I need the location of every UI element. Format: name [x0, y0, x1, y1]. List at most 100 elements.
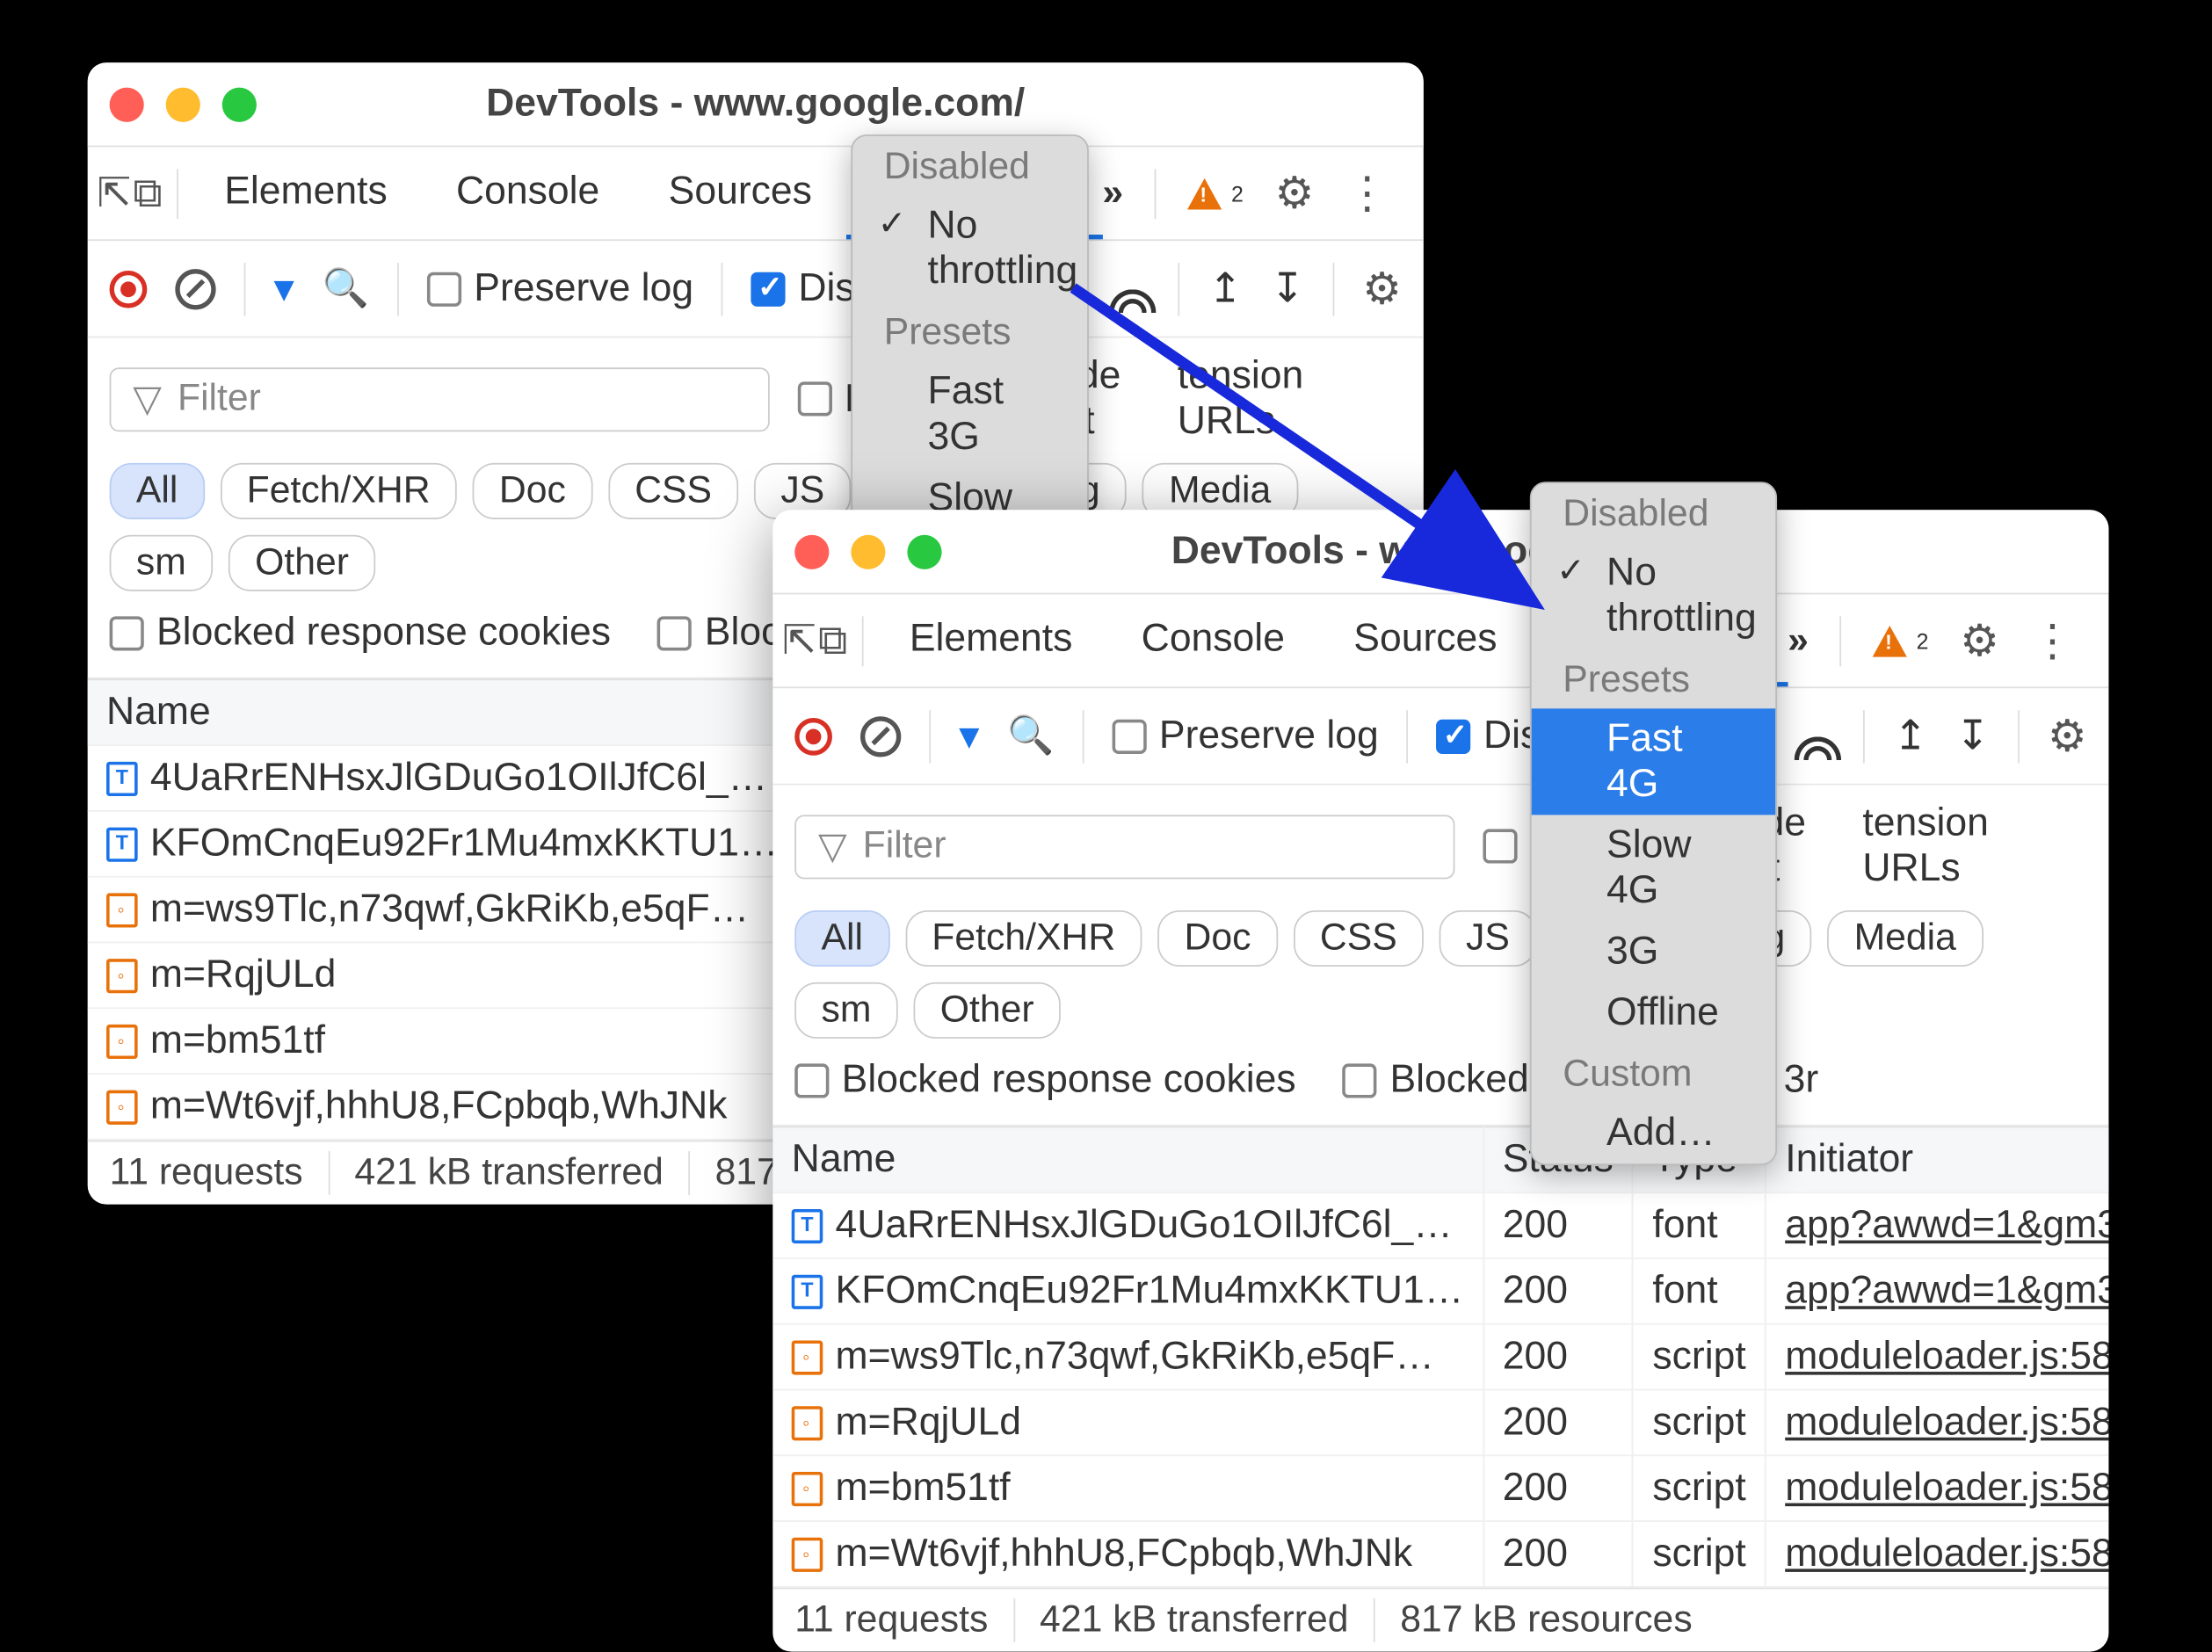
clear-button[interactable] — [860, 715, 901, 756]
status-transferred: 421 kB transferred — [330, 1151, 690, 1195]
blocked-cookies-checkbox[interactable]: Blocked response cookies — [110, 610, 611, 656]
throttling-menu-b[interactable]: Disabled No throttling Presets Fast 4G S… — [1530, 482, 1777, 1165]
col-name[interactable]: Name — [772, 1127, 1483, 1192]
table-row[interactable]: 4UaRrENHsxJlGDuGo1OIlJfC6l_…200fontapp?a… — [772, 1192, 2108, 1258]
settings-icon[interactable]: ⚙ — [1960, 615, 1999, 667]
upload-har-icon[interactable]: ↥ — [1893, 712, 1927, 760]
clear-button[interactable] — [175, 268, 215, 308]
blocked-cookies-checkbox[interactable]: Blocked response cookies — [794, 1057, 1295, 1103]
network-table[interactable]: Name Status Type Initiator Size Time 4Ua… — [772, 1127, 2108, 1588]
filter-toggle-icon[interactable]: ▾ — [959, 712, 979, 760]
table-row[interactable]: KFOmCnqEu92Fr1Mu4mxKKTU1…200fontapp?awwd… — [772, 1258, 2108, 1324]
titlebar: DevTools - www.google.com/ — [772, 510, 2108, 594]
traffic-lights[interactable] — [794, 534, 941, 569]
table-row[interactable]: m=RqjULd200scriptmoduleloader.js:587.3 k… — [772, 1390, 2108, 1456]
table-row[interactable]: m=bm51tf200scriptmoduleloader.js:581.6 k… — [772, 1455, 2108, 1521]
menu-item-slow-4g[interactable]: Slow 4G — [1532, 815, 1776, 921]
search-icon[interactable]: 🔍 — [1007, 714, 1054, 759]
chip-other[interactable]: Other — [914, 982, 1061, 1039]
zoom-icon[interactable] — [907, 534, 941, 569]
download-har-icon[interactable]: ↧ — [1955, 712, 1990, 760]
kebab-menu-icon[interactable]: ⋮ — [1345, 167, 1389, 219]
network-conditions-icon[interactable] — [1792, 714, 1836, 758]
funnel-icon: ▽ — [133, 376, 162, 422]
tab-elements[interactable]: Elements — [875, 594, 1107, 686]
status-requests: 11 requests — [794, 1598, 1014, 1642]
download-har-icon[interactable]: ↧ — [1271, 264, 1305, 313]
more-tabs-icon[interactable]: » — [1102, 171, 1123, 215]
menu-item-add[interactable]: Add… — [1532, 1103, 1776, 1163]
kebab-menu-icon[interactable]: ⋮ — [2030, 615, 2074, 667]
chip-fetch-xhr[interactable]: Fetch/XHR — [905, 910, 1142, 967]
more-tabs-icon[interactable]: » — [1788, 619, 1809, 663]
menu-item-no-throttling[interactable]: No throttling — [852, 196, 1087, 302]
filter-input[interactable]: ▽ Filter — [794, 814, 1454, 878]
chip-wasm[interactable]: sm — [794, 982, 897, 1039]
record-button[interactable] — [794, 717, 832, 755]
tab-elements[interactable]: Elements — [190, 147, 422, 239]
menu-section-presets: Presets — [852, 302, 1087, 362]
warning-triangle-icon — [1187, 178, 1222, 209]
table-row[interactable]: m=ws9Tlc,n73qwf,GkRiKb,e5qF…200scriptmod… — [772, 1324, 2108, 1390]
filter-toggle-icon[interactable]: ▾ — [274, 264, 294, 313]
close-icon[interactable] — [110, 87, 144, 121]
chip-doc[interactable]: Doc — [473, 463, 593, 519]
minimize-icon[interactable] — [851, 534, 885, 569]
chip-all[interactable]: All — [110, 463, 205, 519]
issues-count[interactable]: 2 — [1187, 178, 1244, 209]
record-button[interactable] — [110, 270, 148, 308]
minimize-icon[interactable] — [166, 87, 200, 121]
hide-extension-urls-checkbox[interactable]: tension URLs — [1178, 353, 1402, 444]
chip-fetch-xhr[interactable]: Fetch/XHR — [220, 463, 456, 519]
tab-sources[interactable]: Sources — [1319, 594, 1532, 686]
zoom-icon[interactable] — [222, 87, 257, 121]
hide-extension-urls-checkbox[interactable]: tension URLs — [1862, 801, 2086, 891]
menu-section-custom: Custom — [1532, 1043, 1776, 1103]
menu-item-offline[interactable]: Offline — [1532, 982, 1776, 1043]
chip-js[interactable]: JS — [1440, 910, 1536, 967]
device-toolbar-icon[interactable]: ⧉ — [816, 615, 849, 665]
preserve-log-checkbox[interactable]: Preserve log — [427, 266, 693, 312]
tab-console[interactable]: Console — [1107, 594, 1320, 686]
network-conditions-icon[interactable] — [1106, 266, 1150, 310]
filter-input[interactable]: ▽ Filter — [110, 366, 769, 431]
menu-section-presets: Presets — [1532, 649, 1776, 709]
network-settings-icon[interactable]: ⚙ — [2048, 710, 2087, 762]
inspect-element-icon[interactable]: ⇱ — [782, 616, 816, 664]
col-name[interactable]: Name — [88, 679, 798, 745]
devtools-window-b: DevTools - www.google.com/ ⇱ ⧉ Elements … — [772, 510, 2108, 1651]
chip-all[interactable]: All — [794, 910, 889, 967]
upload-har-icon[interactable]: ↥ — [1208, 264, 1243, 313]
settings-icon[interactable]: ⚙ — [1275, 167, 1315, 219]
col-initiator[interactable]: Initiator — [1766, 1127, 2108, 1192]
script-file-icon — [792, 1407, 823, 1441]
devtools-tabs: ⇱ ⧉ Elements Console Sources Network » 2… — [88, 147, 1424, 241]
traffic-lights[interactable] — [110, 87, 257, 121]
close-icon[interactable] — [794, 534, 829, 569]
menu-item-fast-3g[interactable]: Fast 3G — [852, 361, 1087, 467]
device-toolbar-icon[interactable]: ⧉ — [131, 168, 163, 218]
chip-css[interactable]: CSS — [608, 463, 738, 519]
network-settings-icon[interactable]: ⚙ — [1362, 263, 1402, 315]
chip-wasm[interactable]: sm — [110, 535, 213, 591]
window-title: DevTools - www.google.com/ — [772, 529, 2108, 575]
tab-sources[interactable]: Sources — [634, 147, 846, 239]
network-toolbar: ▾ 🔍 Preserve log Disable cache ↥ ↧ ⚙ — [88, 241, 1424, 337]
menu-item-fast-4g[interactable]: Fast 4G — [1532, 708, 1776, 815]
script-file-icon — [106, 960, 138, 994]
script-file-icon — [106, 1090, 138, 1125]
preserve-log-checkbox[interactable]: Preserve log — [1112, 714, 1378, 759]
issues-count[interactable]: 2 — [1873, 625, 1929, 656]
filter-bar: ▽ Filter Invert Hide dat tension URLs Al… — [772, 786, 2108, 1127]
menu-item-no-throttling[interactable]: No throttling — [1532, 543, 1776, 649]
search-icon[interactable]: 🔍 — [323, 266, 369, 312]
menu-item-3g[interactable]: 3G — [1532, 921, 1776, 982]
chip-css[interactable]: CSS — [1294, 910, 1424, 967]
tab-console[interactable]: Console — [422, 147, 635, 239]
font-file-icon — [106, 828, 138, 862]
chip-doc[interactable]: Doc — [1157, 910, 1278, 967]
chip-media[interactable]: Media — [1827, 910, 1983, 967]
table-row[interactable]: m=Wt6vjf,hhhU8,FCpbqb,WhJNk200scriptmodu… — [772, 1521, 2108, 1587]
inspect-element-icon[interactable]: ⇱ — [97, 169, 131, 217]
chip-other[interactable]: Other — [228, 535, 375, 591]
